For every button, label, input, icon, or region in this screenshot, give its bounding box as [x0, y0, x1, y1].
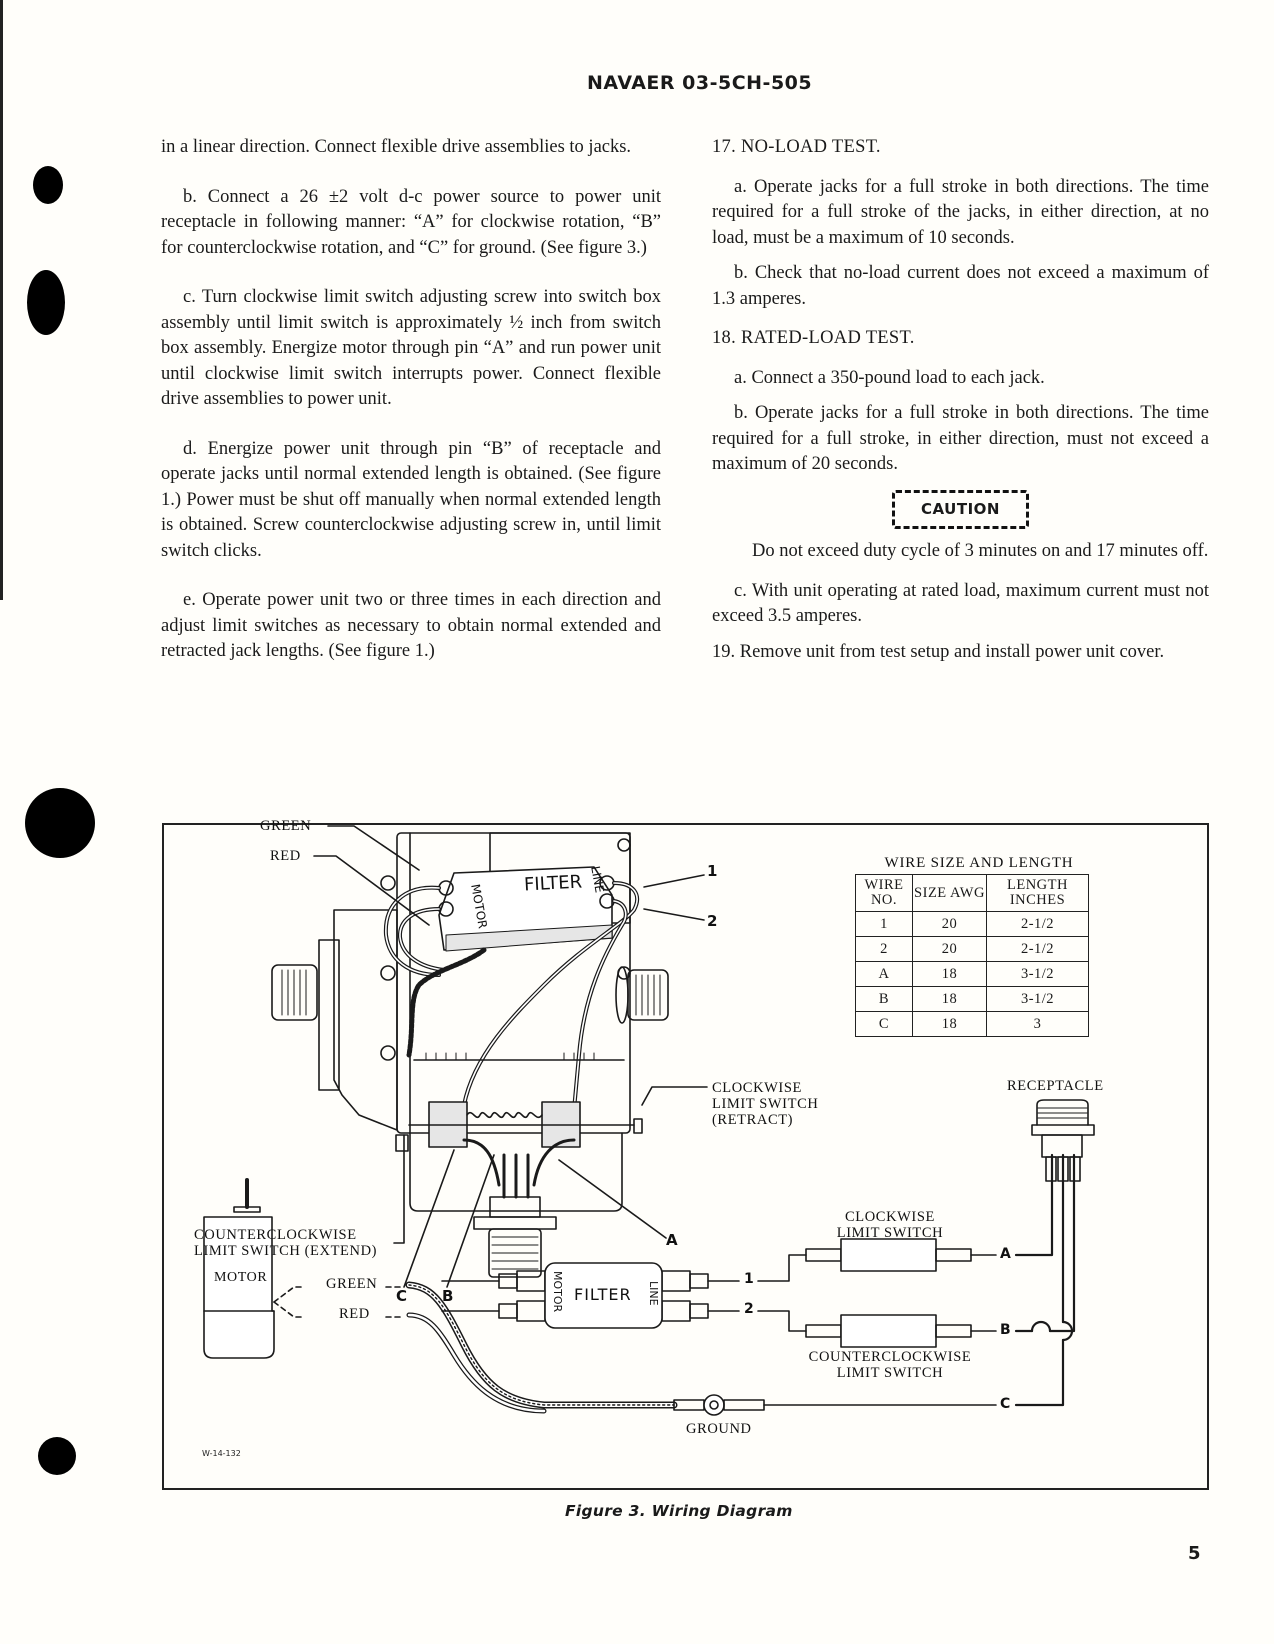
label-pin-b: B: [442, 1287, 454, 1305]
section-18-step-a: a. Connect a 350-pound load to each jack…: [734, 367, 1045, 388]
label-ground: GROUND: [686, 1421, 752, 1437]
wiring-diagram-figure: GREEN RED FILTER MOTOR LINE 1 2 CLOCKWIS…: [162, 818, 1209, 1490]
figure-caption: Figure 3. Wiring Diagram: [565, 1502, 793, 1520]
caution-label: CAUTION: [892, 489, 1029, 529]
cell-length: 3-1/2: [986, 986, 1089, 1012]
label-green-wire: GREEN: [260, 818, 312, 834]
schematic-ccw-limit-switch: [805, 1314, 997, 1348]
cell-length: 2-1/2: [986, 911, 1089, 937]
label-schematic-pin-b: B: [1000, 1322, 1011, 1338]
step-e: e. Operate power unit two or three times…: [161, 590, 661, 661]
label-pin-c: C: [396, 1287, 408, 1305]
binder-hole: [38, 1437, 76, 1475]
label-filter-pictorial: FILTER: [523, 871, 583, 896]
label-schematic-wire-2: 2: [744, 1301, 754, 1317]
cell-size: 18: [912, 986, 987, 1012]
cell-length: 2-1/2: [986, 936, 1089, 962]
document-number: NAVAER 03-5CH-505: [587, 72, 813, 94]
table-row: A 18 3-1/2: [855, 961, 1089, 987]
label-schematic-pin-a: A: [1000, 1246, 1011, 1262]
cell-wire-no: B: [855, 986, 913, 1012]
wire-table-header: WIRE NO. SIZE AWG LENGTH INCHES: [855, 874, 1089, 912]
label-schematic-filter-motor: MOTOR: [551, 1271, 564, 1313]
caution-notice: CAUTION: [712, 489, 1209, 529]
binder-hole: [25, 788, 95, 858]
step-d: d. Energize power unit through pin “B” o…: [161, 438, 661, 561]
table-row: 1 20 2-1/2: [855, 911, 1089, 937]
binder-hole: [27, 270, 65, 335]
schematic-motor: [203, 1178, 275, 1359]
section-18-heading: 18. RATED-LOAD TEST.: [712, 328, 915, 348]
section-18-step-c: c. With unit operating at rated load, ma…: [712, 580, 1209, 627]
cell-wire-no: 2: [855, 936, 913, 962]
page-number: 5: [1188, 1543, 1201, 1564]
cell-wire-no: C: [855, 1011, 913, 1037]
label-schematic-green: GREEN: [326, 1276, 378, 1292]
schematic-cw-limit-switch: [805, 1238, 997, 1272]
left-column: in a linear direction. Connect flexible …: [161, 135, 661, 665]
label-pin-a: A: [666, 1231, 678, 1249]
label-schematic-red: RED: [339, 1306, 370, 1322]
section-17-step-b: b. Check that no-load current does not e…: [712, 263, 1209, 309]
cell-wire-no: 1: [855, 911, 913, 937]
cell-length: 3: [986, 1011, 1089, 1037]
cell-wire-no: A: [855, 961, 913, 987]
cell-size: 18: [912, 961, 987, 987]
cell-size: 20: [912, 911, 987, 937]
wire-size-table: WIRE NO. SIZE AWG LENGTH INCHES 1 20 2-1…: [855, 874, 1089, 1037]
header-size-awg: SIZE AWG: [912, 874, 987, 912]
label-schematic-filter-line: LINE: [647, 1281, 660, 1306]
table-row: B 18 3-1/2: [855, 986, 1089, 1012]
label-schematic-cw-switch: CLOCKWISE LIMIT SWITCH: [836, 1209, 944, 1241]
label-red-wire: RED: [270, 848, 301, 864]
thread-lines: [281, 969, 307, 1016]
label-schematic-filter: FILTER: [574, 1285, 632, 1304]
label-motor: MOTOR: [214, 1270, 268, 1285]
header-wire-no: WIRE NO.: [855, 874, 913, 912]
header-length-inches: LENGTH INCHES: [986, 874, 1089, 912]
section-17-step-a: a. Operate jacks for a full stroke in bo…: [712, 176, 1209, 248]
label-schematic-wire-1: 1: [744, 1271, 754, 1287]
table-row: 2 20 2-1/2: [855, 936, 1089, 962]
wire-table-title: WIRE SIZE AND LENGTH: [884, 855, 1074, 871]
label-schematic-pin-c: C: [1000, 1396, 1011, 1412]
drawing-id: W-14-132: [202, 1449, 241, 1458]
section-17-heading: 17. NO-LOAD TEST.: [712, 137, 881, 157]
label-ccw-limit-switch: COUNTERCLOCKWISE LIMIT SWITCH (EXTEND): [194, 1227, 378, 1259]
step-b: b. Connect a 26 ±2 volt d-c power source…: [161, 186, 661, 258]
cell-size: 18: [912, 1011, 987, 1037]
label-wire-2: 2: [707, 912, 718, 930]
label-wire-1: 1: [707, 862, 718, 880]
page-edge: [0, 0, 3, 600]
caution-text: Do not exceed duty cycle of 3 minutes on…: [752, 541, 1209, 561]
section-18-step-b: b. Operate jacks for a full stroke in bo…: [712, 403, 1209, 474]
label-cw-limit-switch: CLOCKWISE LIMIT SWITCH (RETRACT): [712, 1080, 819, 1128]
section-19-text: 19. Remove unit from test setup and inst…: [712, 641, 1165, 662]
table-row: C 18 3: [855, 1011, 1089, 1037]
cell-size: 20: [912, 936, 987, 962]
step-c: c. Turn clockwise limit switch adjusting…: [161, 287, 661, 409]
label-receptacle: RECEPTACLE: [1007, 1078, 1104, 1094]
cell-length: 3-1/2: [986, 961, 1089, 987]
right-column: 17. NO-LOAD TEST. a. Operate jacks for a…: [712, 135, 1209, 665]
label-schematic-ccw-switch: COUNTERCLOCKWISE LIMIT SWITCH: [808, 1349, 972, 1381]
schematic-ground-lug: [673, 1394, 997, 1416]
binder-hole: [33, 166, 63, 204]
paragraph-continuation: in a linear direction. Connect flexible …: [161, 137, 632, 157]
